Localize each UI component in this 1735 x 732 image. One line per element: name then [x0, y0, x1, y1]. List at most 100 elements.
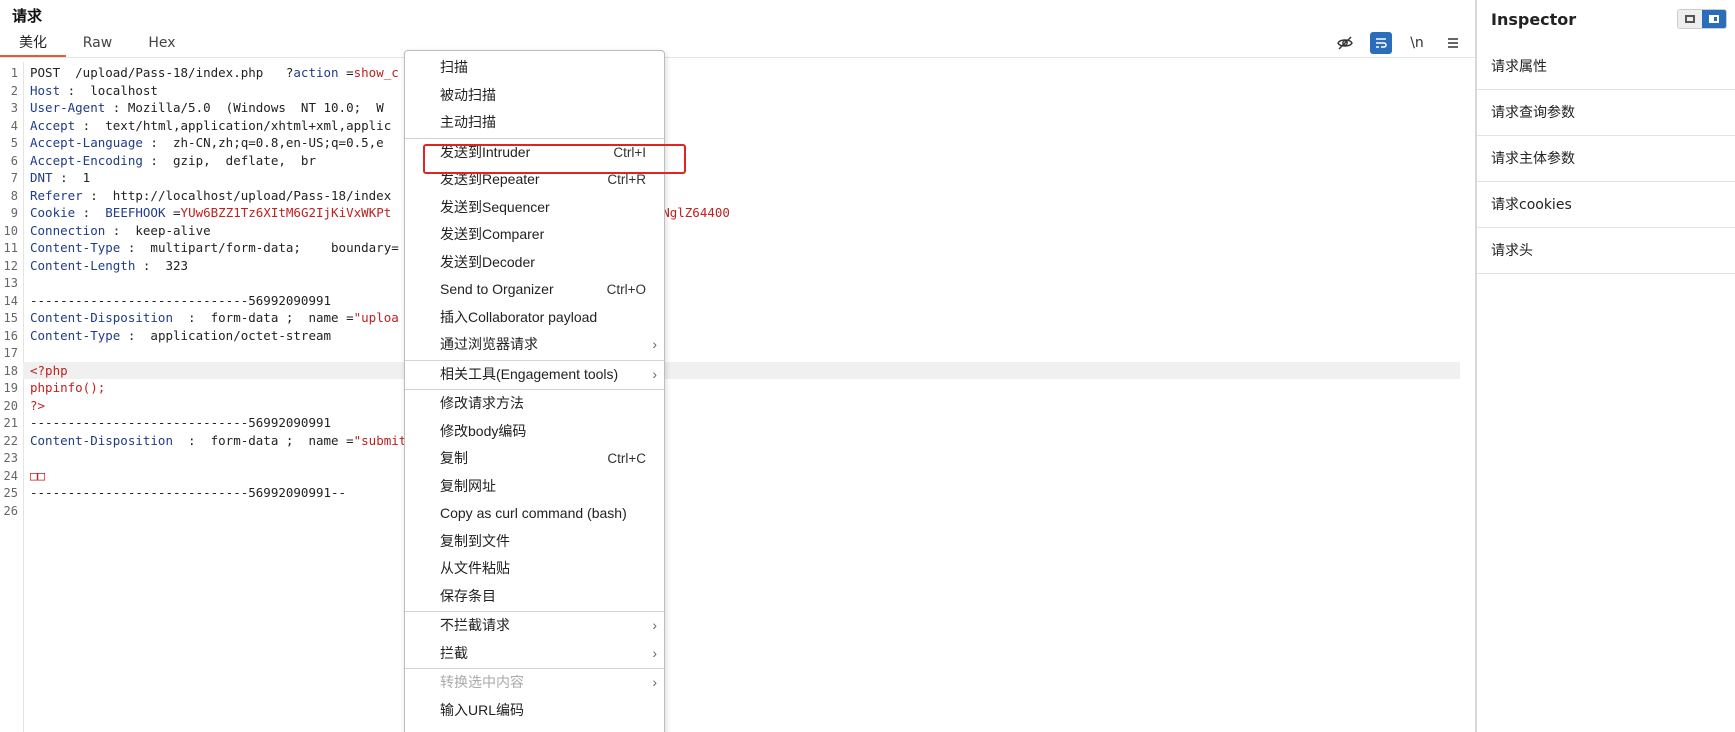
code-line: 21 -----------------------------569920909…	[0, 414, 1460, 432]
menu-item[interactable]: 插入Collaborator payload	[405, 304, 664, 331]
header-name: Content-Disposition	[30, 310, 173, 325]
inspector-section-cookies[interactable]: 请求cookies	[1477, 182, 1735, 228]
menu-item[interactable]: 发送到Decoder	[405, 249, 664, 276]
string-value: "submit	[353, 432, 407, 448]
string-value: ?>	[30, 397, 46, 413]
code-text[interactable]: Host : localhost	[30, 82, 158, 100]
line-number: 26	[3, 503, 18, 518]
code-text[interactable]: Content-Disposition : form-data ; name =…	[30, 432, 406, 450]
code-line: 22 Content-Disposition : form-data ; name…	[0, 432, 1460, 450]
header-name: Content-Disposition	[30, 432, 173, 448]
menu-item-label: 从文件粘贴	[440, 560, 510, 576]
tab-hex[interactable]: Hex	[129, 33, 195, 57]
menu-item[interactable]: 输入URL编码	[405, 697, 664, 724]
request-editor[interactable]: 1 POST /upload/Pass-18/index.php ?action …	[0, 62, 1475, 732]
code-line: 4 Accept : text/html,application/xhtml+xm…	[0, 117, 1460, 135]
header-name: Connection	[30, 222, 106, 238]
header-name: action	[293, 65, 339, 80]
menu-item[interactable]: 发送到Comparer	[405, 221, 664, 248]
menu-item-label: 拦截	[440, 644, 468, 661]
menu-item[interactable]: 复制 Ctrl+C	[405, 445, 664, 472]
plain-text: =	[338, 65, 354, 80]
inspector-section-attributes[interactable]: 请求属性	[1477, 44, 1735, 90]
highlight-box	[423, 144, 686, 174]
code-text[interactable]: Content-Type : application/octet-stream	[30, 327, 331, 345]
menu-item[interactable]: 通过浏览器请求 ›	[405, 331, 664, 358]
code-line: 8 Referer : http://localhost/upload/Pass-…	[0, 187, 1460, 205]
chevron-right-icon: ›	[652, 674, 657, 690]
line-number: 3	[10, 101, 18, 115]
menu-item[interactable]: 扫描	[405, 54, 664, 81]
layout-list-icon[interactable]	[1678, 10, 1702, 28]
code-text[interactable]: DNT : 1	[30, 169, 90, 187]
layout-panel-icon[interactable]	[1702, 10, 1726, 28]
eye-off-icon[interactable]	[1334, 32, 1356, 54]
code-text[interactable]: POST /upload/Pass-18/index.php ?action =…	[30, 64, 399, 82]
menu-item[interactable]: Send to Organizer Ctrl+O	[405, 276, 664, 303]
plain-text: : application/octet-stream	[120, 327, 332, 343]
menu-item[interactable]: 修改请求方法	[405, 390, 664, 417]
inspector-title: Inspector	[1491, 10, 1577, 29]
line-number: 12	[3, 258, 18, 273]
menu-item[interactable]: 修改body编码	[405, 418, 664, 445]
line-number: 19	[3, 381, 18, 395]
plain-text: -----------------------------56992090991…	[30, 485, 347, 500]
code-text[interactable]: Content-Length : 323	[30, 257, 188, 275]
menu-item[interactable]: 主动扫描	[405, 109, 664, 136]
menu-item[interactable]: 保存条目	[405, 583, 664, 610]
code-text[interactable]: □□	[30, 467, 45, 485]
tab-raw[interactable]: Raw	[66, 33, 129, 57]
menu-item[interactable]: 相关工具(Engagement tools) ›	[405, 361, 664, 388]
header-name: Cookie	[30, 205, 76, 220]
code-line: 10 Connection : keep-alive	[0, 222, 1460, 240]
menu-item[interactable]: 复制网址	[405, 473, 664, 500]
chevron-right-icon: ›	[652, 365, 657, 382]
header-name: Accept-Encoding	[30, 152, 143, 168]
header-name: DNT	[30, 170, 53, 185]
newline-toggle[interactable]: \n	[1406, 32, 1428, 54]
tab-pretty[interactable]: 美化	[0, 33, 66, 57]
menu-item[interactable]: Copy as curl command (bash)	[405, 500, 664, 527]
plain-text: : keep-alive	[105, 222, 211, 238]
header-name: BEEFHOOK	[105, 205, 166, 220]
inspector-section-query-params[interactable]: 请求查询参数	[1477, 90, 1735, 136]
code-text[interactable]: Accept : text/html,application/xhtml+xml…	[30, 117, 391, 135]
inspector-section-body-params[interactable]: 请求主体参数	[1477, 136, 1735, 182]
plain-text: -----------------------------56992090991	[30, 415, 332, 430]
inspector-section-headers[interactable]: 请求头	[1477, 228, 1735, 274]
menu-item[interactable]: 发送到Sequencer	[405, 194, 664, 221]
menu-item-label: 发送到Sequencer	[440, 198, 550, 215]
wrap-lines-icon[interactable]	[1370, 32, 1392, 54]
menu-item-label: 扫描	[440, 59, 468, 75]
code-text[interactable]: Connection : keep-alive	[30, 222, 211, 240]
line-number: 6	[10, 153, 18, 168]
code-line: 24 □□	[0, 467, 1460, 485]
header-name: Content-Length	[30, 257, 136, 273]
code-text[interactable]: phpinfo();	[30, 379, 105, 397]
code-text[interactable]: ?>	[30, 397, 45, 415]
code-line: 6 Accept-Encoding : gzip, deflate, br	[0, 152, 1460, 170]
code-line: 15 Content-Disposition : form-data ; name…	[0, 309, 1460, 327]
hamburger-menu-icon[interactable]	[1442, 32, 1464, 54]
menu-item[interactable]: 从文件粘贴	[405, 555, 664, 582]
menu-item-label: 复制网址	[440, 477, 496, 494]
code-text[interactable]: -----------------------------56992090991…	[30, 484, 346, 502]
code-text[interactable]: Referer : http://localhost/upload/Pass-1…	[30, 187, 391, 205]
header-name: Accept	[30, 117, 76, 133]
code-text[interactable]: <?php	[30, 362, 68, 380]
menu-item[interactable]: 复制到文件	[405, 528, 664, 555]
code-text[interactable]: -----------------------------56992090991	[30, 414, 331, 432]
menu-item[interactable]: 不拦截请求 ›	[405, 612, 664, 639]
line-number: 9	[10, 206, 18, 220]
string-value: show_c	[353, 65, 399, 80]
code-line: 23	[0, 449, 1460, 467]
header-name: Content-Type	[30, 240, 121, 255]
menu-item[interactable]: 被动扫描	[405, 82, 664, 109]
code-text[interactable]: -----------------------------56992090991	[30, 292, 331, 310]
code-text[interactable]: Content-Disposition : form-data ; name =…	[30, 309, 399, 327]
menu-item-label: Send to Organizer	[440, 281, 554, 297]
menu-item[interactable]: 拦截 ›	[405, 640, 664, 667]
code-text[interactable]: Accept-Language : zh-CN,zh;q=0.8,en-US;q…	[30, 134, 384, 152]
code-line: 9 Cookie : BEEFHOOK =YUw6BZZ1Tz6XItM6G2Ij…	[0, 204, 1460, 222]
code-text[interactable]: Accept-Encoding : gzip, deflate, br	[30, 152, 316, 170]
